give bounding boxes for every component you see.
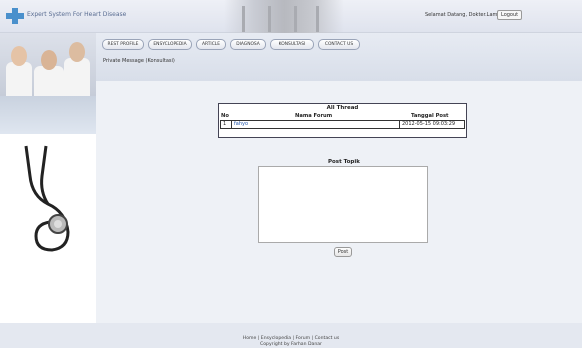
top-nav: REST PROFILE ENSYCLOPEDIA ARTICLE DIAGNO… bbox=[96, 33, 582, 81]
thread-table: All Thread No Nama Forum Tanggal Post 1 … bbox=[218, 103, 467, 138]
post-button[interactable]: Post bbox=[334, 247, 352, 257]
sidebar bbox=[0, 33, 96, 348]
sidebar-band bbox=[0, 96, 96, 134]
post-topic-title: Post Topik bbox=[328, 159, 360, 165]
table-row: 1 fahyo 2012-05-15 09:03:29 bbox=[220, 120, 465, 129]
nav-item-diagnosa[interactable]: DIAGNOSA bbox=[230, 39, 266, 50]
footer: Home | Ensyclopedia | Forum | Contact us… bbox=[0, 323, 582, 348]
footer-links[interactable]: Home | Ensyclopedia | Forum | Contact us bbox=[0, 336, 582, 341]
post-topic-textarea[interactable] bbox=[258, 166, 428, 243]
column-header-tanggal-post: Tanggal Post bbox=[411, 113, 449, 119]
column-header-no: No bbox=[221, 113, 229, 119]
footer-copyright: Copyright by Farhan Danar bbox=[260, 342, 322, 347]
nav-item-article[interactable]: ARTICLE bbox=[196, 39, 226, 50]
nav-item-konsultasi[interactable]: KONSULTASI bbox=[270, 39, 314, 50]
logout-button[interactable]: Logout bbox=[497, 10, 523, 20]
breadcrumb: Private Message (Konsultasi) bbox=[103, 58, 175, 64]
app-header: Expert System For Heart Disease Selamat … bbox=[0, 0, 582, 33]
column-header-nama-forum: Nama Forum bbox=[295, 113, 333, 119]
thread-table-caption: All Thread bbox=[326, 105, 359, 111]
stethoscope-icon bbox=[24, 145, 70, 252]
forum-link[interactable]: fahyo bbox=[231, 121, 399, 128]
row-date: 2012-05-15 09:03:29 bbox=[399, 121, 464, 128]
row-no: 1 bbox=[223, 121, 227, 127]
doctors-image bbox=[0, 33, 96, 96]
welcome-text: Selamat Datang, Dokter.Lamiani bbox=[425, 12, 507, 18]
app-title: Expert System For Heart Disease bbox=[27, 11, 127, 18]
nav-item-rest-profile[interactable]: REST PROFILE bbox=[102, 39, 144, 50]
nav-item-contact-us[interactable]: CONTACT US bbox=[318, 39, 360, 50]
nav-item-ensyclopedia[interactable]: ENSYCLOPEDIA bbox=[148, 39, 192, 50]
header-banner-image bbox=[224, 0, 344, 33]
medical-cross-logo-icon bbox=[6, 8, 24, 24]
main-content: REST PROFILE ENSYCLOPEDIA ARTICLE DIAGNO… bbox=[96, 33, 582, 323]
